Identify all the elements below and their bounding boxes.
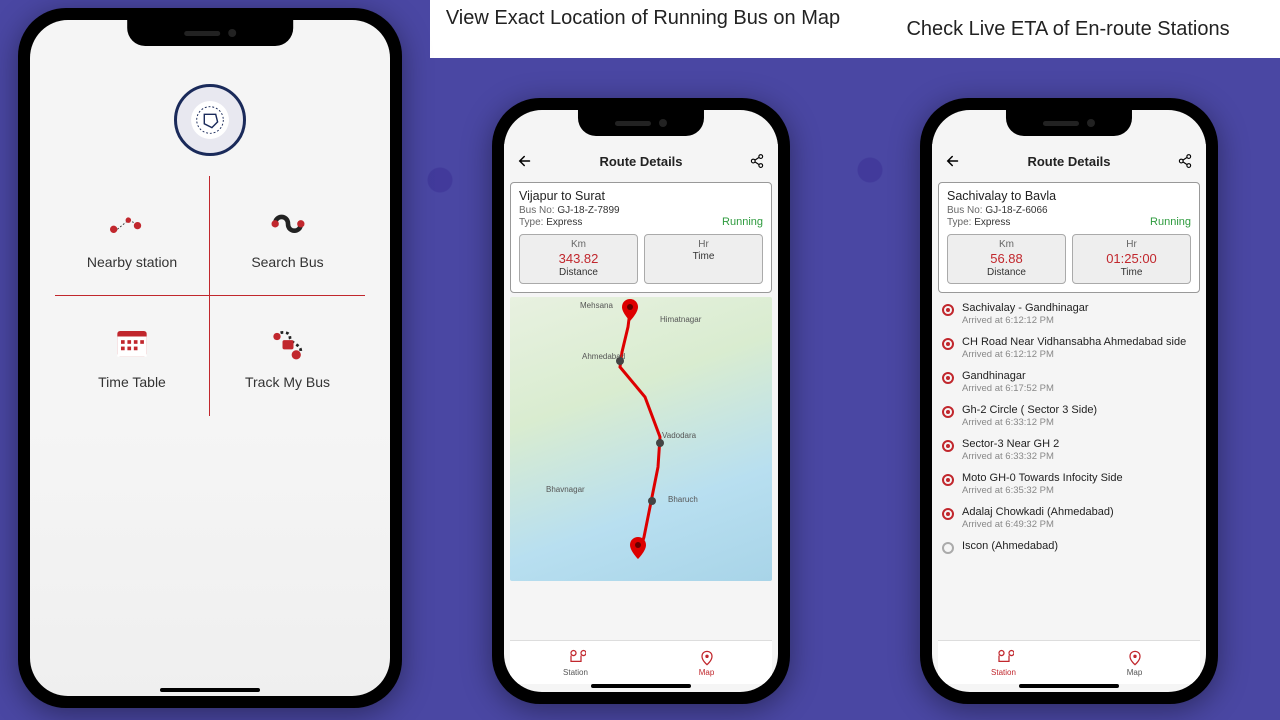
station-row[interactable]: Sector-3 Near GH 2Arrived at 6:33:32 PM [932, 433, 1206, 467]
station-row[interactable]: GandhinagarArrived at 6:17:52 PM [932, 365, 1206, 399]
route-card: Vijapur to Surat Bus No: GJ-18-Z-7899 Ty… [510, 182, 772, 293]
station-name: Gh-2 Circle ( Sector 3 Side) [962, 404, 1196, 416]
station-status-icon [942, 440, 954, 452]
bus-marker [616, 357, 624, 365]
home-indicator[interactable] [160, 688, 260, 692]
station-status-icon [942, 372, 954, 384]
station-row[interactable]: Sachivalay - GandhinagarArrived at 6:12:… [932, 297, 1206, 331]
nav-map[interactable]: Map [1069, 641, 1200, 684]
destination-pin-icon [630, 537, 646, 559]
origin-pin-icon [622, 299, 638, 321]
waypoint-marker [656, 439, 664, 447]
notch [578, 110, 704, 136]
menu-label: Time Table [98, 374, 166, 390]
station-row[interactable]: CH Road Near Vidhansabha Ahmedabad sideA… [932, 331, 1206, 365]
menu-label: Nearby station [87, 254, 177, 270]
station-time: Arrived at 6:17:52 PM [962, 383, 1196, 394]
station-name: Gandhinagar [962, 370, 1196, 382]
nav-map[interactable]: Map [641, 641, 772, 684]
menu-track-my-bus[interactable]: Track My Bus [210, 296, 365, 416]
station-row[interactable]: Moto GH-0 Towards Infocity SideArrived a… [932, 467, 1206, 501]
route-pins-icon [110, 202, 154, 242]
notch [127, 20, 293, 46]
map[interactable]: Mehsana Himatnagar Ahmedabad Vadodara Bh… [510, 297, 772, 581]
hr-stat: Hr Time [644, 234, 763, 284]
station-status-icon [942, 338, 954, 350]
menu-time-table[interactable]: Time Table [55, 296, 210, 416]
notch [1006, 110, 1132, 136]
calendar-icon [110, 322, 154, 362]
station-status-icon [942, 474, 954, 486]
status-running: Running [1150, 216, 1191, 228]
station-status-icon [942, 508, 954, 520]
station-time: Arrived at 6:12:12 PM [962, 349, 1196, 360]
bottom-nav: Station Map [938, 640, 1200, 684]
route-name: Vijapur to Surat [519, 189, 763, 203]
home-indicator[interactable] [591, 684, 691, 688]
caption-eta: Check Live ETA of En-route Stations [856, 0, 1280, 58]
station-time: Arrived at 6:33:12 PM [962, 417, 1196, 428]
phone-home: Nearby station Search Bus Time Table Tra… [18, 8, 402, 708]
route-card: Sachivalay to Bavla Bus No: GJ-18-Z-6066… [938, 182, 1200, 293]
station-time: Arrived at 6:49:32 PM [962, 519, 1196, 530]
station-name: Moto GH-0 Towards Infocity Side [962, 472, 1196, 484]
menu-label: Track My Bus [245, 374, 330, 390]
status-running: Running [722, 216, 763, 228]
track-bus-icon [266, 322, 310, 362]
station-name: Iscon (Ahmedabad) [962, 540, 1196, 552]
nav-station[interactable]: Station [938, 641, 1069, 684]
home-indicator[interactable] [1019, 684, 1119, 688]
phone-map: Route Details Vijapur to Surat Bus No: G… [492, 98, 790, 704]
station-row[interactable]: Adalaj Chowkadi (Ahmedabad)Arrived at 6:… [932, 501, 1206, 535]
km-stat: Km 343.82 Distance [519, 234, 638, 284]
station-time: Arrived at 6:35:32 PM [962, 485, 1196, 496]
station-status-icon [942, 406, 954, 418]
station-time: Arrived at 6:12:12 PM [962, 315, 1196, 326]
station-list[interactable]: Sachivalay - GandhinagarArrived at 6:12:… [932, 297, 1206, 559]
station-row[interactable]: Iscon (Ahmedabad) [932, 535, 1206, 559]
menu-label: Search Bus [251, 254, 323, 270]
back-icon[interactable] [516, 152, 534, 170]
station-name: Sachivalay - Gandhinagar [962, 302, 1196, 314]
hr-stat: Hr 01:25:00 Time [1072, 234, 1191, 284]
caption-map: View Exact Location of Running Bus on Ma… [430, 0, 856, 58]
station-status-icon [942, 304, 954, 316]
station-name: Adalaj Chowkadi (Ahmedabad) [962, 506, 1196, 518]
app-logo [174, 84, 246, 156]
back-icon[interactable] [944, 152, 962, 170]
station-name: Sector-3 Near GH 2 [962, 438, 1196, 450]
menu-search-bus[interactable]: Search Bus [210, 176, 365, 296]
route-name: Sachivalay to Bavla [947, 189, 1191, 203]
share-icon[interactable] [1176, 152, 1194, 170]
route-loop-icon [266, 202, 310, 242]
share-icon[interactable] [748, 152, 766, 170]
km-stat: Km 56.88 Distance [947, 234, 1066, 284]
station-row[interactable]: Gh-2 Circle ( Sector 3 Side)Arrived at 6… [932, 399, 1206, 433]
waypoint-marker [648, 497, 656, 505]
station-status-icon [942, 542, 954, 554]
header-title: Route Details [599, 154, 682, 169]
nav-station[interactable]: Station [510, 641, 641, 684]
station-time: Arrived at 6:33:32 PM [962, 451, 1196, 462]
station-name: CH Road Near Vidhansabha Ahmedabad side [962, 336, 1196, 348]
phone-eta: Route Details Sachivalay to Bavla Bus No… [920, 98, 1218, 704]
bottom-nav: Station Map [510, 640, 772, 684]
header-title: Route Details [1027, 154, 1110, 169]
menu-nearby-station[interactable]: Nearby station [55, 176, 210, 296]
